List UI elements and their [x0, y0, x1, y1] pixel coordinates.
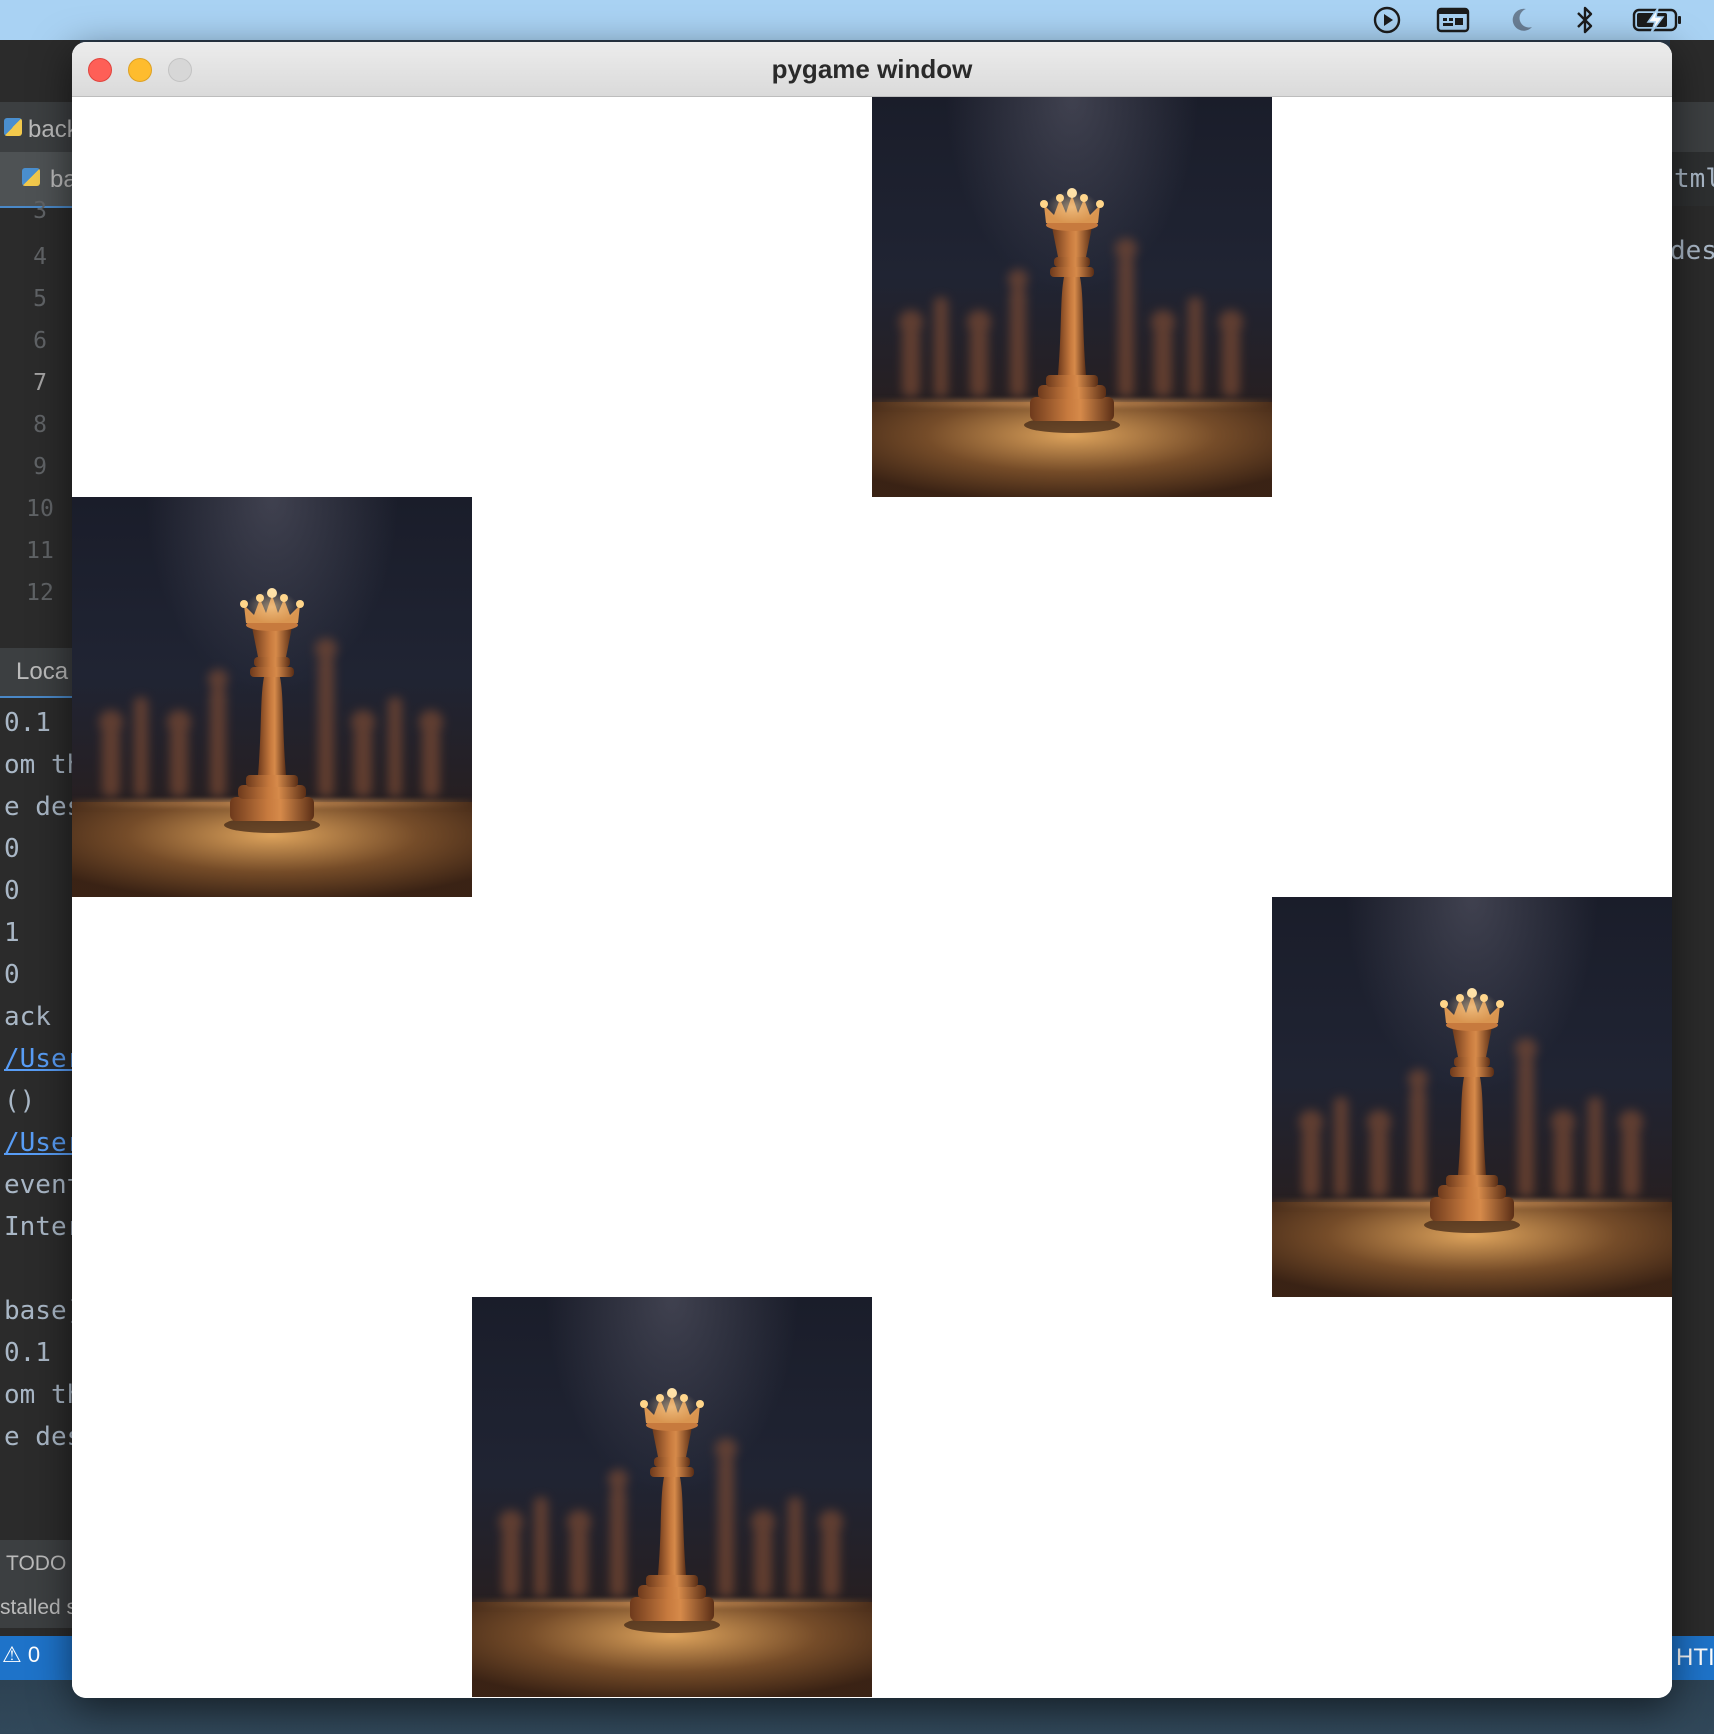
pygame-window: pygame window: [72, 42, 1672, 1698]
line-number: 7: [33, 370, 47, 396]
status-indicator-bar: HTI: [1670, 1636, 1714, 1680]
console-line: 0: [4, 960, 20, 990]
editor-tab[interactable]: tml: [1670, 152, 1714, 206]
line-number: 10: [26, 496, 54, 522]
python-file-icon: [22, 168, 40, 186]
line-number-gutter: 3 4 5 6 7 8 9 10 11 12: [0, 198, 80, 614]
queen-chess-piece-image: [872, 97, 1272, 497]
editor-tab[interactable]: back: [0, 102, 80, 153]
console-line: 0: [4, 876, 20, 906]
console-line: e des: [4, 1422, 80, 1452]
console-line: ack (: [4, 1002, 80, 1032]
line-number: 5: [33, 286, 47, 312]
line-number: 6: [33, 328, 47, 354]
moon-icon[interactable]: [1508, 0, 1536, 40]
play-circle-icon[interactable]: [1372, 0, 1402, 40]
console-line: event: [4, 1170, 80, 1200]
console-line: 0.1: [4, 1338, 51, 1368]
battery-charging-icon[interactable]: [1632, 0, 1686, 40]
console-line: Inter: [4, 1212, 80, 1242]
console-line: om th: [4, 750, 80, 780]
line-number: 3: [33, 198, 47, 224]
line-number: 8: [33, 412, 47, 438]
window-title: pygame window: [771, 54, 973, 84]
warning-count: ⚠ 0: [2, 1642, 41, 1667]
status-bar: stalled s: [0, 1588, 80, 1628]
run-panel-tab-label: Loca: [16, 658, 69, 685]
code-fragment: desc: [1670, 236, 1714, 266]
keyboard-viewer-icon[interactable]: [1436, 0, 1470, 40]
menu-bar: [0, 0, 1714, 40]
bluetooth-icon[interactable]: [1574, 0, 1596, 40]
ide-background-right: tml desc HTI: [1670, 40, 1714, 1680]
console-line: 1: [4, 918, 20, 948]
queen-chess-piece-image: [1272, 897, 1672, 1297]
todo-tab[interactable]: TODO: [0, 1540, 80, 1588]
ide-background-left: back ba 3 4 5 6 7 8 9 10 11 12 Loca 0.1 o…: [0, 40, 80, 1680]
console-line: (): [4, 1086, 36, 1116]
window-title-bar[interactable]: pygame window: [72, 42, 1672, 97]
queen-chess-piece-image: [472, 1297, 872, 1697]
console-line: base): [4, 1296, 80, 1326]
console-line: e des: [4, 792, 80, 822]
line-number: 11: [26, 538, 54, 564]
status-indicator-bar: ⚠ 0: [0, 1636, 80, 1680]
pygame-canvas[interactable]: [72, 97, 1672, 1698]
python-file-icon: [4, 118, 22, 136]
line-number: 9: [33, 454, 47, 480]
console-line: 0: [4, 834, 20, 864]
editor-tab-label: tml: [1674, 164, 1714, 194]
console-link[interactable]: /User: [0, 1038, 80, 1080]
run-panel-tab[interactable]: Loca: [0, 648, 80, 698]
editor-tab[interactable]: [1670, 102, 1714, 152]
console-link[interactable]: /User: [0, 1122, 80, 1164]
queen-chess-piece-image: [72, 497, 472, 897]
line-number: 4: [33, 244, 47, 270]
console-line: 0.1: [4, 708, 51, 738]
console-output: 0.1 om th e des 0 0 1 0 ack ( /User () /User ev…: [0, 702, 80, 1458]
line-number: 12: [26, 580, 54, 606]
status-text: stalled s: [0, 1596, 78, 1619]
todo-tab-label: TODO: [6, 1552, 67, 1575]
console-line: om th: [4, 1380, 80, 1410]
